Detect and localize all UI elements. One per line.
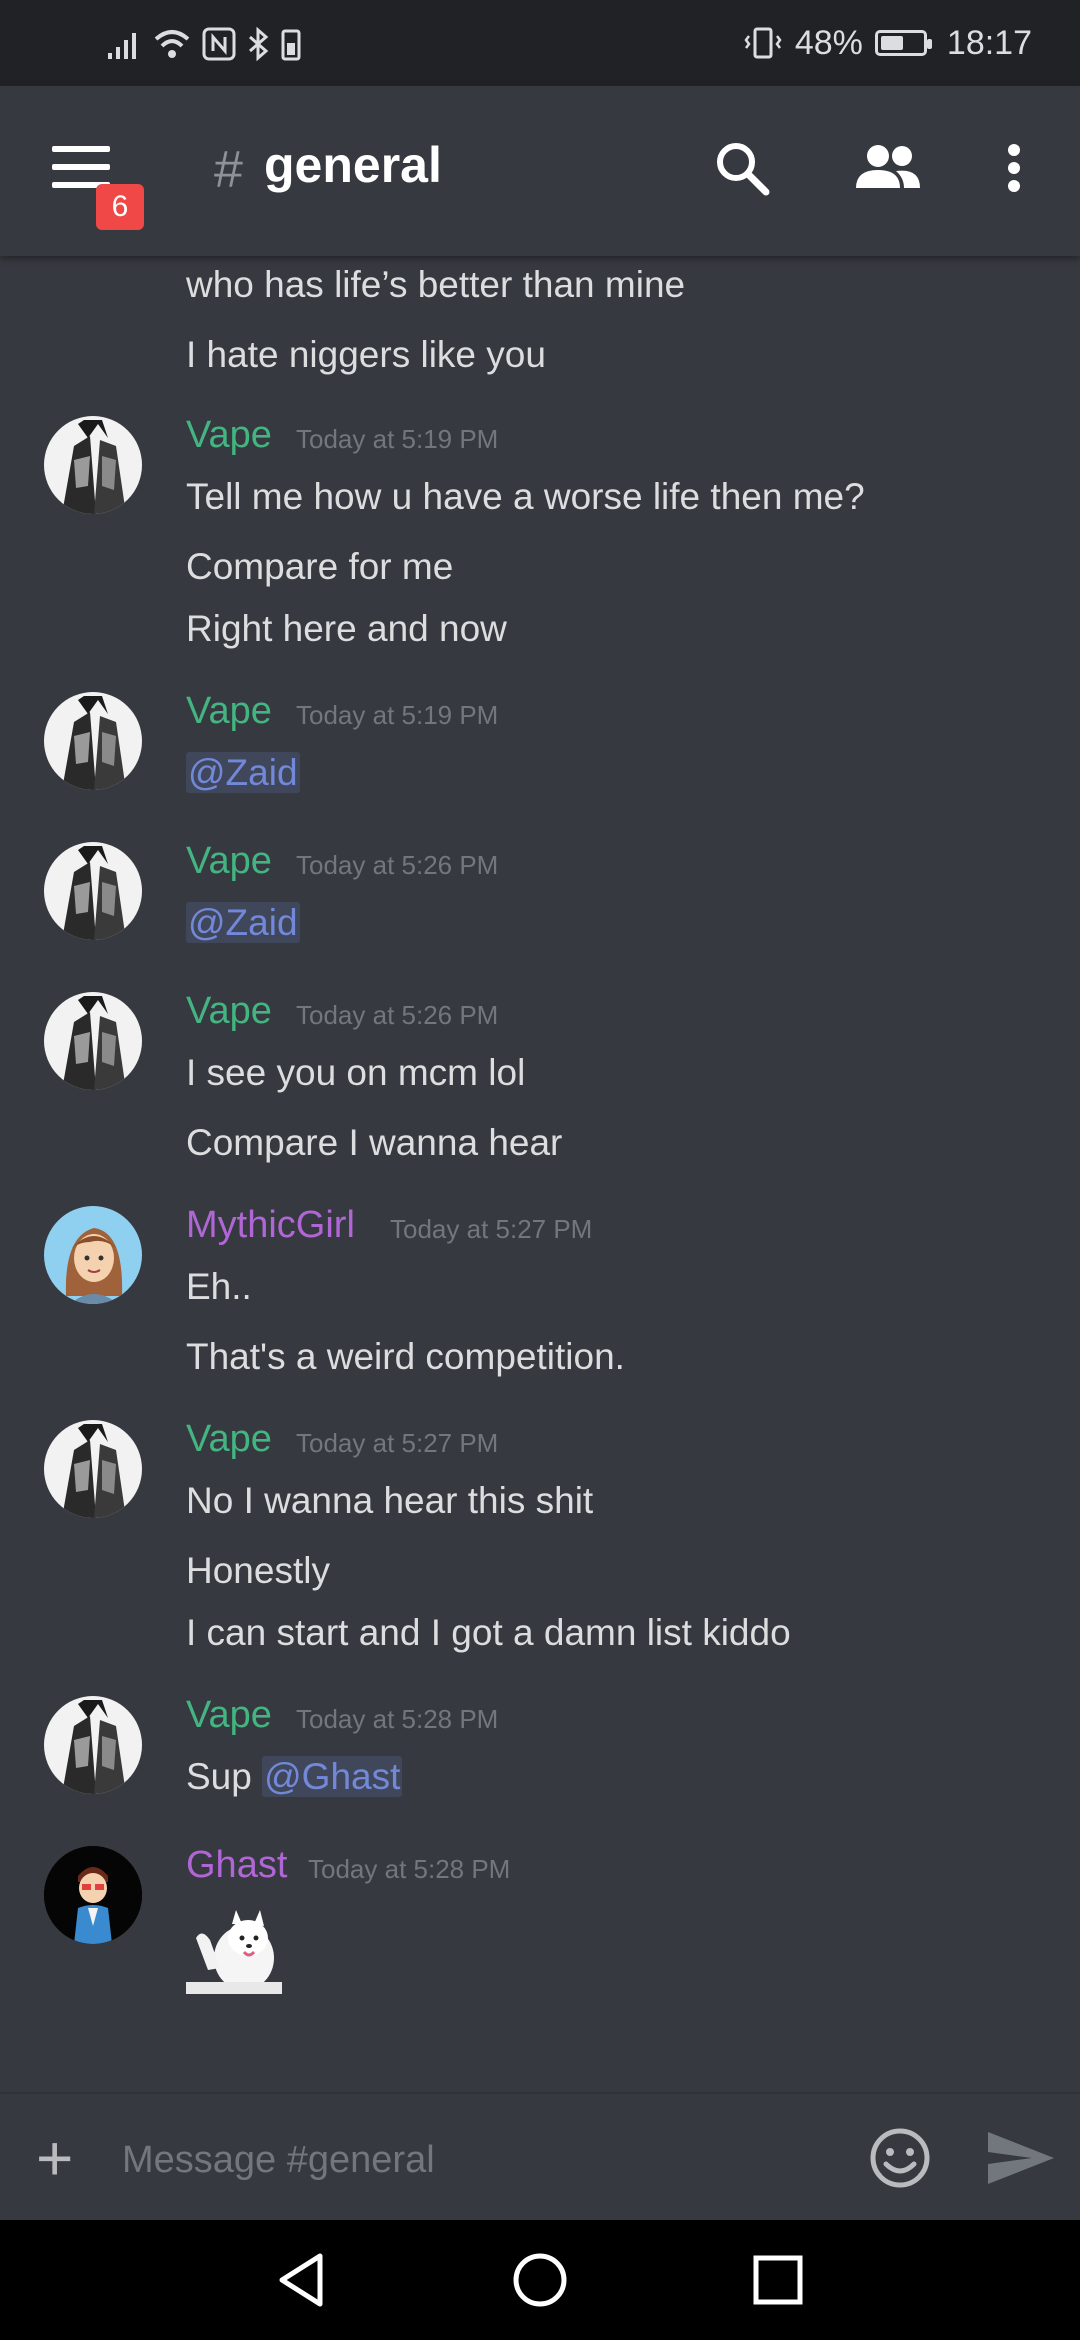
message-author[interactable]: Vape <box>186 1694 272 1737</box>
message-line: I hate niggers like you <box>186 334 546 375</box>
message-author[interactable]: Vape <box>186 1418 272 1461</box>
battery-small-icon <box>281 29 301 61</box>
message-line: I can start and I got a damn list kiddo <box>186 1612 791 1653</box>
signal-icon <box>108 33 136 59</box>
message-timestamp: Today at 5:19 PM <box>296 700 499 730</box>
emoji-icon[interactable] <box>868 2126 932 2190</box>
user-mention[interactable]: @Zaid <box>186 752 300 793</box>
message-line: That's a weird competition. <box>186 1336 625 1377</box>
message-timestamp: Today at 5:28 PM <box>296 1704 499 1734</box>
nav-back-icon[interactable] <box>272 2250 332 2310</box>
battery-percent: 48% <box>794 23 863 62</box>
message-author[interactable]: MythicGirl <box>186 1204 355 1247</box>
avatar-vape[interactable] <box>44 416 142 514</box>
vibrate-icon <box>744 27 782 59</box>
message-timestamp: Today at 5:26 PM <box>296 850 499 880</box>
status-icons-left <box>106 24 302 64</box>
message-list[interactable]: who has life’s better than mine I hate n… <box>0 256 1080 2092</box>
wifi-icon <box>154 30 190 58</box>
channel-title: general <box>264 137 442 193</box>
message-line: who has life’s better than mine <box>186 264 686 305</box>
bluetooth-icon <box>249 27 269 61</box>
channel-header: 6 # general <box>0 86 1080 256</box>
nav-recents-icon[interactable] <box>748 2250 808 2310</box>
message-text: Sup <box>186 1756 252 1797</box>
nfc-icon <box>202 27 236 61</box>
search-icon[interactable] <box>712 138 772 198</box>
message-line: Right here and now <box>186 608 507 649</box>
message-author[interactable]: Vape <box>186 990 272 1033</box>
avatar-ghast[interactable] <box>44 1846 142 1944</box>
avatar-vape[interactable] <box>44 842 142 940</box>
message-author[interactable]: Vape <box>186 414 272 457</box>
avatar-mythicgirl[interactable] <box>44 1206 142 1304</box>
user-mention[interactable]: @Zaid <box>186 902 300 943</box>
unread-badge: 6 <box>96 184 144 230</box>
message-line: @Zaid <box>186 902 300 944</box>
message-line: Compare I wanna hear <box>186 1122 563 1163</box>
system-nav-bar <box>0 2220 1080 2340</box>
message-line: Honestly <box>186 1550 330 1591</box>
add-attachment-button[interactable]: + <box>36 2126 73 2190</box>
message-line: No I wanna hear this shit <box>186 1480 594 1521</box>
channel-hash: # <box>214 141 243 199</box>
message-timestamp: Today at 5:27 PM <box>296 1428 499 1458</box>
message-line: Tell me how u have a worse life then me? <box>186 476 865 517</box>
dog-sticker-image[interactable] <box>186 1898 282 1994</box>
user-mention[interactable]: @Ghast <box>262 1756 403 1797</box>
message-timestamp: Today at 5:28 PM <box>308 1854 511 1884</box>
message-line: @Zaid <box>186 752 300 794</box>
message-line: Compare for me <box>186 546 454 587</box>
battery-icon <box>874 30 932 56</box>
avatar-vape[interactable] <box>44 692 142 790</box>
message-line: I see you on mcm lol <box>186 1052 526 1093</box>
message-timestamp: Today at 5:26 PM <box>296 1000 499 1030</box>
message-composer: + <box>0 2092 1080 2222</box>
avatar-vape[interactable] <box>44 1420 142 1518</box>
clock: 18:17 <box>946 23 1032 62</box>
members-icon[interactable] <box>852 138 924 198</box>
message-author[interactable]: Ghast <box>186 1844 287 1887</box>
nav-home-icon[interactable] <box>510 2250 570 2310</box>
message-author[interactable]: Vape <box>186 690 272 733</box>
status-icons-right: 48% 18:17 <box>743 20 1032 66</box>
avatar-vape[interactable] <box>44 992 142 1090</box>
message-timestamp: Today at 5:19 PM <box>296 424 499 454</box>
status-bar: 48% 18:17 <box>0 0 1080 86</box>
message-input[interactable] <box>120 2124 844 2196</box>
message-author[interactable]: Vape <box>186 840 272 883</box>
send-icon[interactable] <box>986 2130 1056 2186</box>
message-timestamp: Today at 5:27 PM <box>390 1214 593 1244</box>
more-vertical-icon[interactable] <box>1000 138 1028 198</box>
message-line: Sup @Ghast <box>186 1756 403 1798</box>
avatar-vape[interactable] <box>44 1696 142 1794</box>
message-line: Eh.. <box>186 1266 252 1307</box>
